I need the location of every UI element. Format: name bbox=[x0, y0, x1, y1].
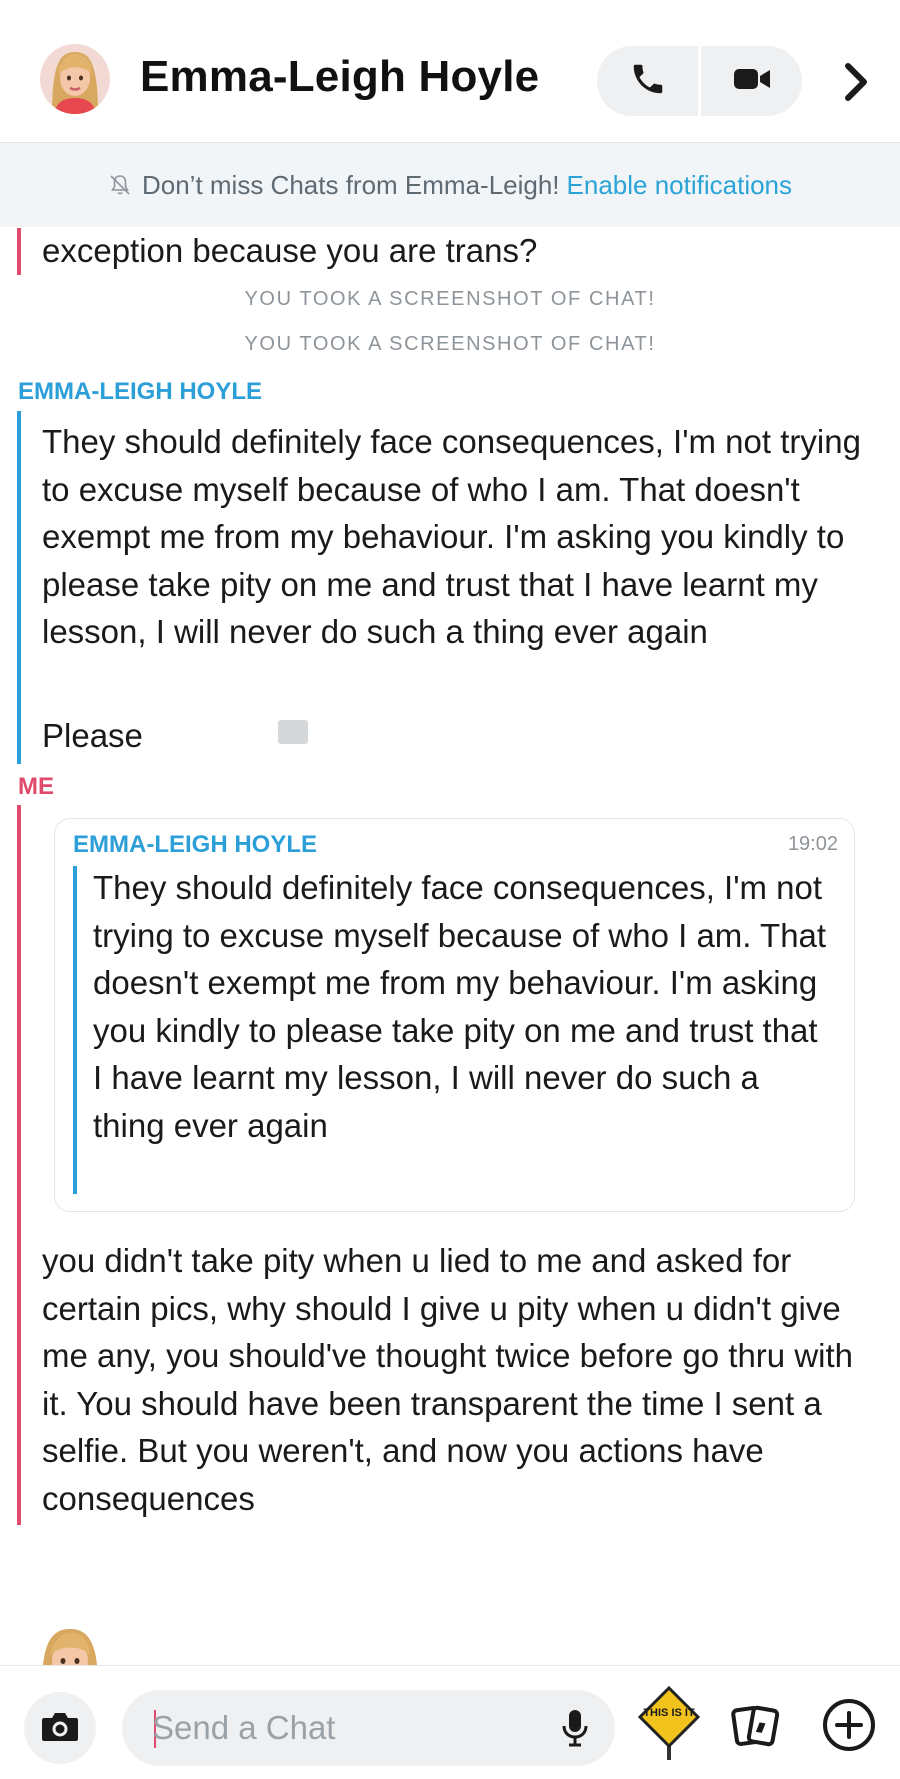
plus-circle-icon[interactable] bbox=[818, 1694, 880, 1756]
quoted-sender: EMMA-LEIGH HOYLE bbox=[73, 831, 317, 858]
sender-label-me: ME bbox=[18, 773, 54, 800]
screenshot-notice: YOU TOOK A SCREENSHOT OF CHAT! bbox=[244, 333, 656, 355]
saved-media-icon bbox=[278, 720, 308, 744]
me-message-bar bbox=[17, 228, 21, 275]
chevron-right-icon[interactable] bbox=[828, 54, 884, 110]
friend-message[interactable]: They should definitely face consequences… bbox=[42, 418, 882, 656]
banner-text: Don’t miss Chats from Emma-Leigh! bbox=[141, 169, 560, 200]
quoted-timestamp: 19:02 bbox=[787, 833, 838, 855]
enable-notifications-link[interactable]: Enable notifications bbox=[567, 170, 792, 201]
chat-header: Emma-Leigh Hoyle bbox=[0, 0, 900, 143]
typing-bitmoji bbox=[28, 1625, 118, 1669]
quote-bar bbox=[73, 866, 77, 1194]
camera-icon bbox=[40, 1709, 80, 1748]
bell-off-icon bbox=[108, 173, 132, 197]
chat-input-container bbox=[122, 1690, 615, 1766]
notification-banner: Don’t miss Chats from Emma-Leigh! Enable… bbox=[0, 143, 900, 227]
sticker-button[interactable]: THIS IS IT bbox=[634, 1685, 704, 1762]
friend-message-bar bbox=[17, 411, 21, 764]
phone-icon bbox=[629, 60, 667, 103]
call-controls bbox=[597, 46, 802, 116]
contact-name[interactable]: Emma-Leigh Hoyle bbox=[140, 52, 539, 102]
camera-button[interactable] bbox=[24, 1692, 96, 1764]
sticker-text: THIS IS IT bbox=[643, 1707, 695, 1719]
video-camera-icon bbox=[732, 64, 772, 99]
quoted-message-card[interactable]: EMMA-LEIGH HOYLE 19:02 They should defin… bbox=[54, 818, 855, 1212]
screenshot-notice: YOU TOOK A SCREENSHOT OF CHAT! bbox=[244, 288, 656, 310]
partial-message[interactable]: exception because you are trans? bbox=[42, 227, 882, 275]
quoted-text: They should definitely face consequences… bbox=[93, 869, 827, 1144]
chat-input[interactable] bbox=[146, 1690, 532, 1766]
video-call-button[interactable] bbox=[701, 46, 802, 116]
friend-message[interactable]: Please bbox=[42, 712, 882, 760]
me-message[interactable]: you didn't take pity when u lied to me a… bbox=[42, 1237, 882, 1522]
cards-icon[interactable] bbox=[728, 1698, 784, 1754]
me-message-bar bbox=[17, 805, 21, 1525]
voice-call-button[interactable] bbox=[597, 46, 701, 116]
bitmoji-avatar[interactable] bbox=[40, 44, 110, 114]
microphone-icon[interactable] bbox=[553, 1706, 597, 1750]
sender-label-friend: EMMA-LEIGH HOYLE bbox=[18, 378, 262, 405]
composer-bar: THIS IS IT bbox=[0, 1665, 900, 1779]
